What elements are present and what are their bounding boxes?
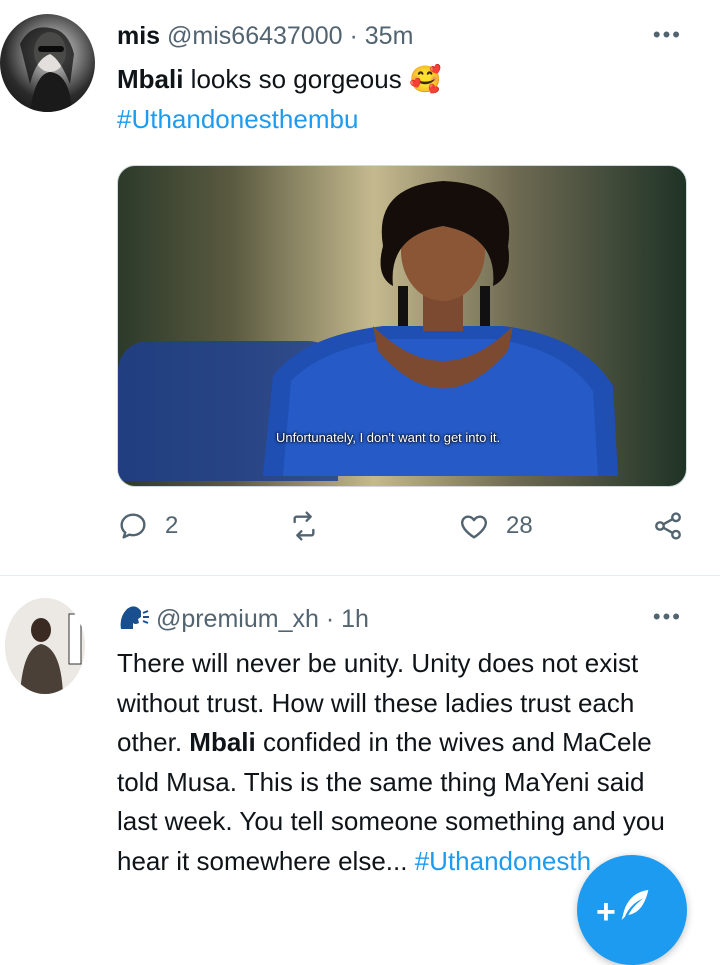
hashtag-link[interactable]: #Uthandonesthembu <box>117 104 358 134</box>
bold-name: Mbali <box>189 727 256 757</box>
avatar-mis[interactable] <box>0 14 95 112</box>
feather-icon <box>621 890 649 920</box>
dot-separator: · <box>349 22 358 50</box>
author-handle[interactable]: @mis66437000 <box>167 22 343 50</box>
avatar-photo-icon <box>5 598 85 694</box>
share-button[interactable] <box>652 510 684 542</box>
timestamp[interactable]: 35m <box>365 22 414 50</box>
reply-icon <box>120 513 146 539</box>
retweet-button[interactable] <box>288 510 320 542</box>
avatar-premium-xh[interactable] <box>5 598 85 694</box>
avatar-photo-icon <box>20 27 74 112</box>
smiling-hearts-emoji-icon: 🥰 <box>408 64 442 94</box>
reply-button[interactable]: 2 <box>117 510 178 542</box>
tweet-1-media[interactable]: Unfortunately, I don't want to get into … <box>117 165 687 487</box>
timestamp[interactable]: 1h <box>341 605 369 633</box>
share-icon <box>655 512 681 540</box>
plus-icon: + <box>596 893 616 931</box>
like-count: 28 <box>506 512 533 539</box>
tweet-1-text: Mbali looks so gorgeous 🥰 #Uthandonesthe… <box>117 60 441 139</box>
speaking-head-icon <box>120 606 149 629</box>
retweet-icon <box>293 511 315 541</box>
more-options-icon[interactable]: ••• <box>653 606 682 628</box>
author-name[interactable]: mis <box>117 22 160 50</box>
heart-icon <box>461 515 487 539</box>
tweet-1-actions: 2 28 <box>0 510 720 550</box>
tweet-1-text-rest: looks so gorgeous <box>183 64 402 94</box>
tweet-2-header: @premium_xh · 1h <box>117 603 369 634</box>
dot-separator: · <box>325 605 335 633</box>
more-options-icon[interactable]: ••• <box>653 24 682 46</box>
hashtag-link[interactable]: #Uthandonesth <box>415 846 591 876</box>
like-button[interactable]: 28 <box>458 510 533 542</box>
reply-count: 2 <box>165 512 179 539</box>
video-subtitle: Unfortunately, I don't want to get into … <box>276 430 501 445</box>
tweet-1-header: mis @mis66437000 · 35m <box>117 21 413 51</box>
tweet-2-text: There will never be unity. Unity does no… <box>117 644 687 881</box>
bold-name: Mbali <box>117 64 184 94</box>
author-handle[interactable]: @premium_xh <box>156 605 319 633</box>
compose-tweet-button[interactable]: + <box>577 855 687 965</box>
